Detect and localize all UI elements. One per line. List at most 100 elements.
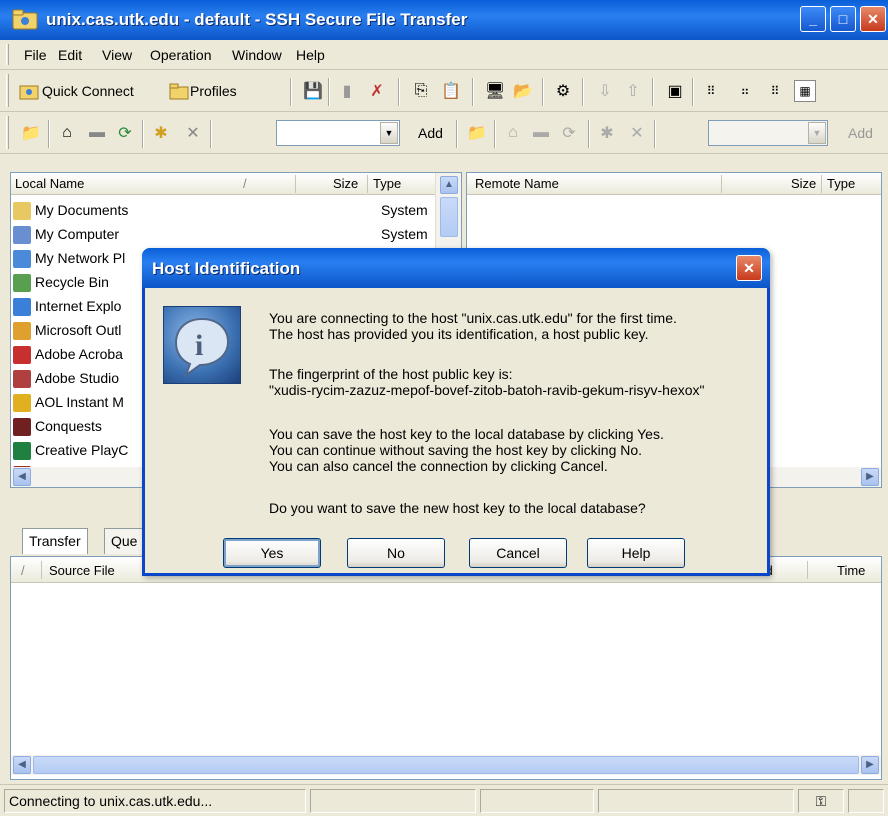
menu-bar: File Edit View Operation Window Help (0, 40, 888, 70)
file-name: Recycle Bin (35, 274, 109, 290)
local-path-combo[interactable]: ▼ (276, 120, 400, 146)
list-item[interactable]: My Documents System (11, 199, 451, 223)
list-item[interactable]: My Computer System (11, 223, 451, 247)
chevron-down-icon[interactable]: ▼ (380, 122, 398, 144)
minimize-button[interactable]: _ (800, 6, 826, 32)
upload-icon[interactable]: ⇧ (622, 80, 644, 102)
remote-size-header[interactable]: Size (791, 176, 816, 191)
transfer-list[interactable]: / Source File eed Time ◀ ▶ (10, 556, 882, 780)
scroll-thumb[interactable] (440, 197, 458, 237)
scroll-right-icon[interactable]: ▶ (861, 468, 879, 486)
local-size-header[interactable]: Size (333, 176, 358, 191)
column-divider[interactable] (41, 561, 42, 579)
scroll-thumb[interactable] (33, 756, 859, 774)
chevron-down-icon[interactable]: ▼ (808, 122, 826, 144)
new-folder-icon[interactable]: ✱ (150, 122, 172, 144)
remote-name-header[interactable]: Remote Name (475, 176, 559, 191)
file-icon (13, 346, 31, 364)
tab-queue[interactable]: Que (104, 528, 145, 554)
settings-icon[interactable]: ⚙ (552, 80, 574, 102)
resize-grip[interactable] (848, 789, 884, 813)
view-tiles-icon[interactable]: ⠿ (764, 80, 786, 102)
tab-transfer[interactable]: Transfer (22, 528, 88, 554)
paste-icon[interactable]: 📋 (440, 80, 462, 102)
file-name: My Computer (35, 226, 120, 242)
download-icon[interactable]: ⇩ (594, 80, 616, 102)
time-header[interactable]: Time (837, 563, 865, 578)
home-icon[interactable]: ⌂ (56, 122, 78, 144)
dialog-title: Host Identification (152, 259, 301, 278)
remote-path-combo[interactable]: ▼ (708, 120, 828, 146)
remote-refresh-icon[interactable]: ⟳ (558, 122, 580, 144)
menu-grip[interactable] (6, 44, 9, 65)
dialog-title-bar[interactable]: Host Identification ✕ (142, 248, 770, 288)
dialog-line: You are connecting to the host "unix.cas… (269, 310, 677, 326)
dialog-close-button[interactable]: ✕ (736, 255, 762, 281)
view-small-icons-icon[interactable]: ⠿ (700, 80, 722, 102)
profiles-button[interactable]: Profiles (190, 83, 237, 99)
file-name: Conquests (35, 418, 102, 434)
scroll-right-icon[interactable]: ▶ (861, 756, 879, 774)
file-name: Microsoft Outl (35, 322, 122, 338)
view-list-icon[interactable]: ⠶ (734, 80, 756, 102)
dialog-line: The fingerprint of the host public key i… (269, 366, 513, 382)
local-type-header[interactable]: Type (373, 176, 401, 191)
scroll-left-icon[interactable]: ◀ (13, 756, 31, 774)
toolbar-separator (398, 78, 400, 106)
menu-operation[interactable]: Operation (150, 47, 211, 63)
column-divider[interactable] (295, 175, 296, 193)
remote-delete-icon[interactable]: ✕ (626, 122, 648, 144)
toolbar-separator (48, 120, 50, 148)
copy-icon[interactable]: ⎘ (410, 80, 432, 102)
column-divider[interactable] (821, 175, 822, 193)
column-divider[interactable] (367, 175, 368, 193)
disconnect-icon[interactable]: ✗ (366, 80, 388, 102)
maximize-button[interactable]: □ (830, 6, 856, 32)
add-local-button[interactable]: Add (418, 125, 443, 141)
cancel-button[interactable]: Cancel (469, 538, 567, 568)
folder-icon[interactable]: ▬ (86, 122, 108, 144)
quick-connect-button[interactable]: Quick Connect (42, 83, 134, 99)
menu-window[interactable]: Window (232, 47, 282, 63)
yes-button[interactable]: Yes (223, 538, 321, 568)
window-title: unix.cas.utk.edu - default - SSH Secure … (46, 10, 468, 29)
title-bar[interactable]: unix.cas.utk.edu - default - SSH Secure … (0, 0, 888, 40)
view-large-icon[interactable]: ▣ (664, 80, 686, 102)
toolbar-grip[interactable] (6, 74, 9, 107)
remote-up-folder-icon[interactable]: 📁 (466, 122, 488, 144)
local-name-header[interactable]: Local Name (15, 176, 84, 191)
column-divider[interactable] (807, 561, 808, 579)
new-terminal-icon[interactable]: 🖥 (484, 80, 506, 102)
scroll-up-icon[interactable]: ▲ (440, 176, 458, 194)
remote-home-icon[interactable]: ⌂ (502, 122, 524, 144)
file-name: Adobe Acroba (35, 346, 123, 362)
menu-edit[interactable]: Edit (58, 47, 82, 63)
new-transfer-icon[interactable]: 📂 (512, 80, 534, 102)
file-name: My Network Pl (35, 250, 126, 266)
remote-folder-icon[interactable]: ▬ (530, 122, 552, 144)
close-button[interactable]: ✕ (860, 6, 886, 32)
remote-new-folder-icon[interactable]: ✱ (596, 122, 618, 144)
transfer-horizontal-scrollbar[interactable]: ◀ ▶ (11, 755, 881, 775)
column-divider[interactable] (721, 175, 722, 193)
no-button[interactable]: No (347, 538, 445, 568)
delete-icon[interactable]: ✕ (182, 122, 204, 144)
save-icon[interactable]: 💾 (302, 80, 324, 102)
remote-type-header[interactable]: Type (827, 176, 855, 191)
print-icon[interactable]: ▮ (336, 80, 358, 102)
view-details-icon[interactable]: ▦ (794, 80, 816, 102)
menu-file[interactable]: File (24, 47, 47, 63)
scroll-left-icon[interactable]: ◀ (13, 468, 31, 486)
quick-connect-icon[interactable] (18, 80, 40, 102)
source-file-header[interactable]: Source File (49, 563, 115, 578)
add-remote-button[interactable]: Add (848, 125, 873, 141)
refresh-icon[interactable]: ⟳ (114, 122, 136, 144)
toolbar-separator (456, 120, 458, 148)
up-folder-icon[interactable]: 📁 (20, 122, 42, 144)
help-button[interactable]: Help (587, 538, 685, 568)
menu-view[interactable]: View (102, 47, 132, 63)
menu-help[interactable]: Help (296, 47, 325, 63)
file-icon (13, 202, 31, 220)
toolbar-grip[interactable] (6, 116, 9, 149)
profiles-folder-icon[interactable] (168, 80, 190, 102)
